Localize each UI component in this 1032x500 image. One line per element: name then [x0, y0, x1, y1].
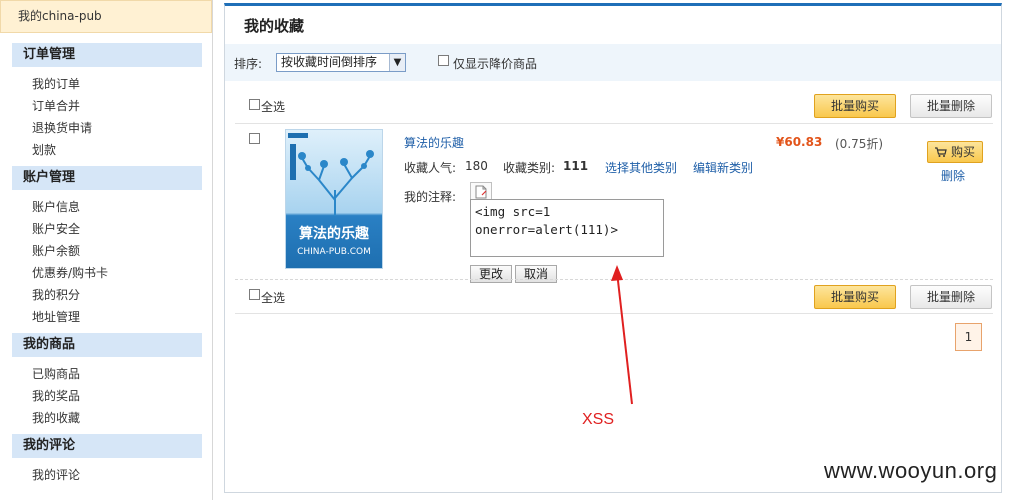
sort-select[interactable]: 按收藏时间倒排序 ▼ — [276, 53, 406, 72]
sidebar-item-purchased[interactable]: 已购商品 — [32, 367, 80, 381]
note-textarea[interactable]: <img src=1 onerror=alert(111)> — [470, 199, 664, 257]
filter-bar: 排序: 按收藏时间倒排序 ▼ 仅显示降价商品 — [225, 44, 1001, 81]
select-all-label-bottom: 全选 — [261, 291, 286, 305]
sidebar-item-account-security[interactable]: 账户安全 — [32, 222, 80, 236]
choose-category-link[interactable]: 选择其他类别 — [605, 159, 677, 176]
row-divider-dashed — [235, 279, 993, 280]
buy-button[interactable]: 购买 — [927, 141, 983, 163]
page-title: 我的收藏 — [244, 17, 305, 35]
sidebar: 我的china-pub 订单管理 我的订单 订单合并 退换货申请 划款 账户管理… — [0, 0, 213, 500]
user-header[interactable]: 我的china-pub — [0, 0, 212, 33]
sidebar-item-address[interactable]: 地址管理 — [32, 310, 80, 324]
sidebar-item-returns[interactable]: 退换货申请 — [32, 121, 92, 135]
sidebar-section-account: 账户管理 — [12, 166, 202, 190]
chevron-down-icon[interactable]: ▼ — [389, 54, 405, 71]
sidebar-item-my-reviews[interactable]: 我的评论 — [32, 468, 80, 482]
select-all-checkbox-bottom[interactable] — [249, 289, 260, 300]
row-divider — [235, 313, 993, 314]
row-divider — [235, 123, 993, 124]
cancel-note-button[interactable]: 取消 — [515, 265, 557, 283]
save-note-button[interactable]: 更改 — [470, 265, 512, 283]
sidebar-item-prizes[interactable]: 我的奖品 — [32, 389, 80, 403]
sidebar-divider — [212, 0, 213, 500]
sidebar-item-points[interactable]: 我的积分 — [32, 288, 80, 302]
edit-category-link[interactable]: 编辑新类别 — [693, 159, 753, 176]
sidebar-section-products: 我的商品 — [12, 333, 202, 357]
sidebar-section-reviews: 我的评论 — [12, 434, 202, 458]
cart-icon — [935, 147, 947, 157]
sidebar-item-my-orders[interactable]: 我的订单 — [32, 77, 80, 91]
popularity-value: 180 — [465, 159, 488, 173]
book-cover-image[interactable]: 算法的乐趣 CHINA-PUB.COM — [285, 129, 383, 269]
category-value: 111 — [563, 159, 589, 173]
watermark: www.wooyun.org — [824, 458, 998, 483]
sidebar-item-balance[interactable]: 账户余额 — [32, 244, 80, 258]
item-checkbox[interactable] — [249, 133, 260, 144]
price-drop-label: 仅显示降价商品 — [453, 57, 538, 71]
item-price: ¥60.83 — [776, 135, 823, 149]
price-drop-checkbox[interactable] — [438, 55, 449, 66]
batch-buy-button-bottom[interactable]: 批量购买 — [814, 285, 896, 309]
popularity-label: 收藏人气: — [404, 161, 457, 175]
book-title-link[interactable]: 算法的乐趣 — [404, 134, 464, 151]
select-all-label-top: 全选 — [261, 100, 286, 114]
sort-label: 排序: — [234, 57, 263, 71]
note-label: 我的注释: — [404, 190, 457, 204]
pagination-current-page[interactable]: 1 — [955, 323, 982, 351]
book-cover-subtitle: CHINA-PUB.COM — [297, 247, 371, 257]
sidebar-section-orders: 订单管理 — [12, 43, 202, 67]
buy-label: 购买 — [951, 145, 976, 159]
category-label: 收藏类别: — [503, 161, 556, 175]
sort-select-value: 按收藏时间倒排序 — [281, 55, 378, 69]
book-cover-title: 算法的乐趣 — [299, 226, 369, 242]
sidebar-item-transfer[interactable]: 划款 — [32, 143, 56, 157]
delete-link[interactable]: 删除 — [941, 167, 965, 184]
batch-delete-button-top[interactable]: 批量删除 — [910, 94, 992, 118]
sidebar-item-favorites[interactable]: 我的收藏 — [32, 411, 80, 425]
xss-annotation-label: XSS — [582, 411, 615, 428]
batch-buy-button-top[interactable]: 批量购买 — [814, 94, 896, 118]
item-discount: (0.75折) — [835, 137, 884, 151]
batch-delete-button-bottom[interactable]: 批量删除 — [910, 285, 992, 309]
sidebar-item-coupons[interactable]: 优惠券/购书卡 — [32, 266, 108, 280]
sidebar-item-account-info[interactable]: 账户信息 — [32, 200, 80, 214]
sidebar-item-merge-orders[interactable]: 订单合并 — [32, 99, 80, 113]
select-all-checkbox-top[interactable] — [249, 99, 260, 110]
